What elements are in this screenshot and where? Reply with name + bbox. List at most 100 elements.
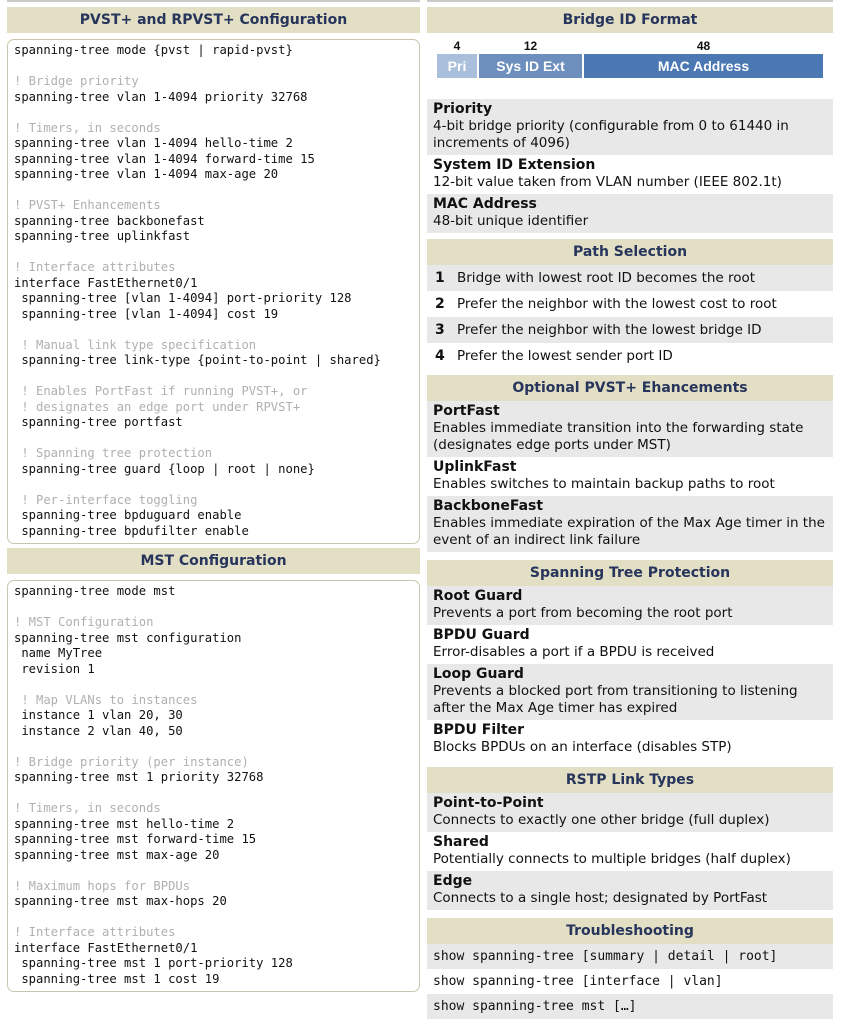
code-line: spanning-tree portfast <box>14 415 183 429</box>
code-line: spanning-tree mode {pvst | rapid-pvst} <box>14 43 293 57</box>
item-title: Root Guard <box>433 588 523 604</box>
stp-protection-items: Root Guard Prevents a port from becoming … <box>427 586 833 759</box>
bridge-id-bit-labels: 4 12 48 <box>437 39 823 53</box>
step-number: 1 <box>435 270 445 286</box>
item-description: Potentially connects to multiple bridges… <box>433 851 791 867</box>
item-title: Loop Guard <box>433 666 524 682</box>
code-comment: ! Manual link type specification <box>14 337 257 352</box>
code-comment: ! PVST+ Enhancements <box>14 198 161 212</box>
top-divider-right <box>427 0 833 2</box>
bits-label-priority: 4 <box>453 39 461 53</box>
item-description: Connects to a single host; designated by… <box>433 890 768 906</box>
bits-label-sysid: 12 <box>523 39 538 53</box>
code-line: spanning-tree vlan 1-4094 max-age 20 <box>14 167 279 181</box>
troubleshooting-header: Troubleshooting <box>427 918 833 944</box>
info-item: Shared Potentially connects to multiple b… <box>427 832 833 871</box>
code-line: revision 1 <box>14 661 95 676</box>
code-line: instance 2 vlan 40, 50 <box>14 723 183 738</box>
code-line: spanning-tree mode mst <box>14 584 176 598</box>
info-item: Edge Connects to a single host; designate… <box>427 871 833 910</box>
code-line: spanning-tree mst 1 cost 19 <box>14 971 220 986</box>
info-item: Point-to-Point Connects to exactly one ot… <box>427 793 833 832</box>
mst-config-code: spanning-tree mode mst ! MST Configuratio… <box>7 580 420 992</box>
path-step: 2 Prefer the neighbor with the lowest cos… <box>427 291 833 317</box>
segment-mac-address: MAC Address <box>584 54 823 78</box>
step-text: Prefer the neighbor with the lowest brid… <box>457 322 762 338</box>
code-comment: ! Maximum hops for BPDUs <box>14 878 191 893</box>
code-line: spanning-tree bpdufilter enable <box>14 523 249 538</box>
top-divider-left <box>7 0 420 2</box>
mst-config-header: MST Configuration <box>7 548 420 574</box>
code-line: instance 1 vlan 20, 30 <box>14 708 183 722</box>
segment-priority: Pri <box>437 54 477 78</box>
code-comment: ! Per-interface toggling <box>14 492 198 507</box>
bridge-id-diagram: 4 12 48 Pri Sys ID Ext MAC Address <box>427 33 833 105</box>
code-line: spanning-tree bpduguard enable <box>14 508 242 522</box>
code-line: name MyTree <box>14 646 103 660</box>
item-description: Prevents a blocked port from transitioni… <box>433 683 798 716</box>
code-line: spanning-tree mst forward-time 15 <box>14 832 257 846</box>
item-title: System ID Extension <box>433 157 596 173</box>
code-comment: ! MST Configuration <box>14 615 154 629</box>
item-description: Enables switches to maintain backup path… <box>433 476 775 492</box>
code-comment: ! Timers, in seconds <box>14 801 161 815</box>
code-comment: ! Bridge priority <box>14 74 139 88</box>
bits-label-mac: 48 <box>696 39 711 53</box>
code-line: spanning-tree mst configuration <box>14 630 242 645</box>
info-item: System ID Extension 12-bit value taken fr… <box>427 155 833 194</box>
troubleshooting-command: show spanning-tree mst […] <box>427 994 833 1019</box>
item-title: MAC Address <box>433 196 537 212</box>
item-description: Blocks BPDUs on an interface (disables S… <box>433 739 732 755</box>
info-item: Root Guard Prevents a port from becoming … <box>427 586 833 625</box>
item-description: 4-bit bridge priority (configurable from… <box>433 118 789 151</box>
path-step: 4 Prefer the lowest sender port ID <box>427 343 833 369</box>
path-step: 3 Prefer the neighbor with the lowest bri… <box>427 317 833 343</box>
item-description: Enables immediate transition into the fo… <box>433 420 804 453</box>
info-item: UplinkFast Enables switches to maintain b… <box>427 457 833 496</box>
step-number: 2 <box>435 296 445 312</box>
bridge-id-header: Bridge ID Format <box>427 7 833 33</box>
step-text: Prefer the neighbor with the lowest cost… <box>457 296 777 312</box>
item-description: Connects to exactly one other bridge (fu… <box>433 812 770 828</box>
code-line: spanning-tree vlan 1-4094 priority 32768 <box>14 89 308 104</box>
code-comment: ! designates an edge port under RPVST+ <box>14 399 301 414</box>
code-line: spanning-tree mst max-hops 20 <box>14 894 227 908</box>
code-comment: ! Map VLANs to instances <box>14 692 198 707</box>
code-line: spanning-tree [vlan 1-4094] port-priorit… <box>14 291 352 305</box>
info-item: Priority 4-bit bridge priority (configura… <box>427 99 833 155</box>
path-selection-list: 1 Bridge with lowest root ID becomes the … <box>427 265 833 369</box>
code-line: spanning-tree mst 1 port-priority 128 <box>14 956 293 970</box>
code-line: spanning-tree [vlan 1-4094] cost 19 <box>14 306 279 321</box>
item-title: UplinkFast <box>433 459 517 475</box>
code-line: spanning-tree uplinkfast <box>14 229 191 243</box>
optional-enhancements-header: Optional PVST+ Ehancements <box>427 375 833 401</box>
item-title: Shared <box>433 834 489 850</box>
right-column: Bridge ID Format 4 12 48 Pri Sys ID Ext … <box>427 7 833 1019</box>
troubleshooting-list: show spanning-tree [summary | detail | r… <box>427 944 833 1019</box>
item-title: Edge <box>433 873 473 889</box>
code-comment: ! Spanning tree protection <box>14 446 213 460</box>
segment-sys-id-ext: Sys ID Ext <box>479 54 582 78</box>
info-item: MAC Address 48-bit unique identifier <box>427 194 833 233</box>
item-description: Error-disables a port if a BPDU is recei… <box>433 644 715 660</box>
optional-enhancements-items: PortFast Enables immediate transition int… <box>427 401 833 552</box>
item-description: Prevents a port from becoming the root p… <box>433 605 733 621</box>
code-comment: ! Enables PortFast if running PVST+, or <box>14 384 308 398</box>
code-line: spanning-tree mst hello-time 2 <box>14 816 235 831</box>
code-comment: ! Bridge priority (per instance) <box>14 754 249 769</box>
path-selection-header: Path Selection <box>427 239 833 265</box>
code-line: spanning-tree mst 1 priority 32768 <box>14 770 264 784</box>
item-title: PortFast <box>433 403 500 419</box>
bridge-id-items: Priority 4-bit bridge priority (configura… <box>427 99 833 233</box>
